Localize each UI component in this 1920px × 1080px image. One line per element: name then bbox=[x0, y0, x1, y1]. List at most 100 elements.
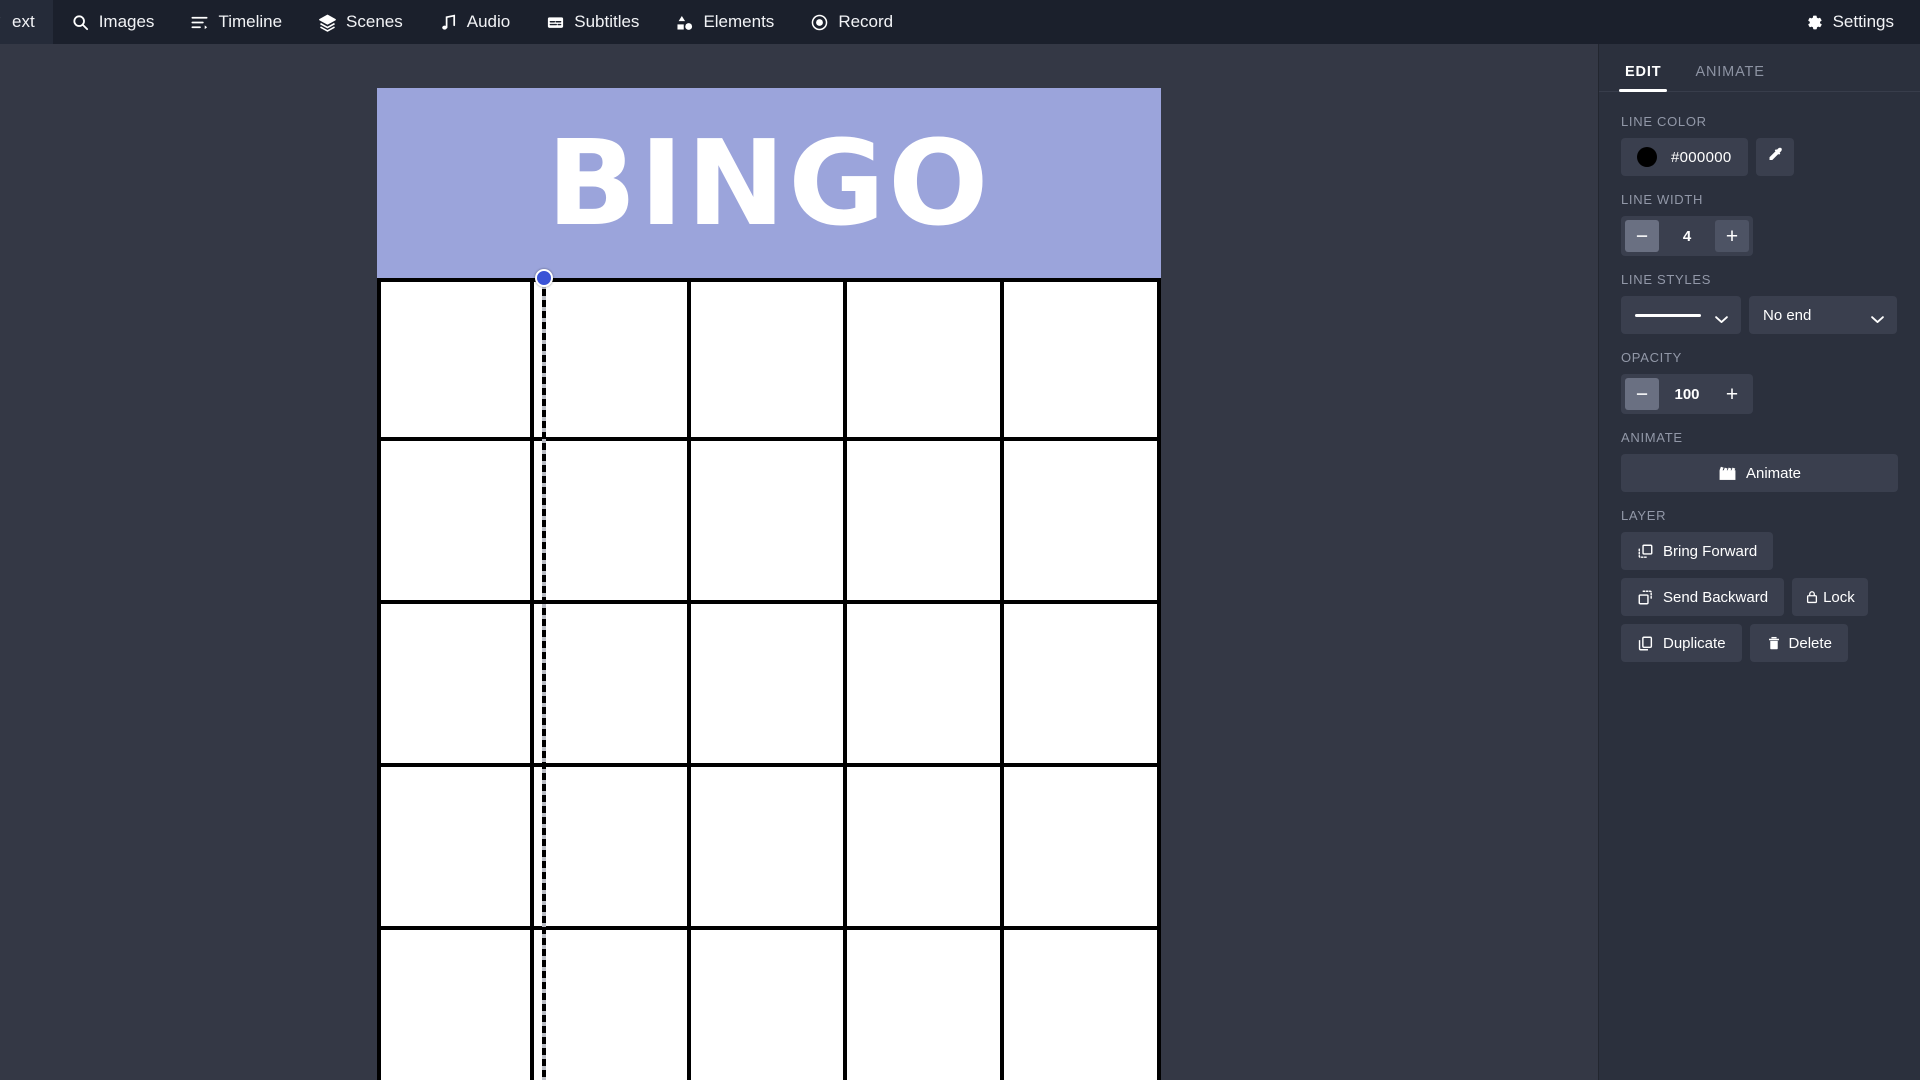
nav-item-label: Audio bbox=[466, 12, 511, 31]
subtitles-icon bbox=[546, 13, 565, 32]
editor-workspace[interactable]: BINGO bbox=[0, 44, 1598, 1080]
animate-button[interactable]: Animate bbox=[1621, 454, 1898, 492]
send-backward-label: Send Backward bbox=[1663, 588, 1769, 606]
opacity-stepper: − 100 + bbox=[1621, 374, 1753, 414]
layer-row-3: Duplicate Delete bbox=[1621, 624, 1898, 662]
panel-tab-bar: EDIT ANIMATE bbox=[1599, 44, 1920, 92]
bingo-cell[interactable] bbox=[847, 441, 1005, 604]
bingo-cell[interactable] bbox=[533, 278, 691, 441]
bingo-header-banner[interactable]: BINGO bbox=[377, 88, 1161, 278]
nav-item-subtitles[interactable]: Subtitles bbox=[528, 0, 657, 44]
bingo-cell[interactable] bbox=[690, 278, 848, 441]
opacity-value: 100 bbox=[1674, 385, 1700, 403]
design-canvas[interactable]: BINGO bbox=[377, 88, 1161, 1080]
bingo-cell[interactable] bbox=[377, 930, 534, 1080]
line-end-select[interactable]: No end bbox=[1749, 296, 1897, 334]
bingo-cell[interactable] bbox=[690, 767, 848, 930]
layer-row-2: Send Backward Lock bbox=[1621, 578, 1898, 616]
line-endpoint-handle[interactable] bbox=[535, 269, 553, 287]
bingo-cell[interactable] bbox=[533, 930, 691, 1080]
nav-item-audio[interactable]: Audio bbox=[421, 0, 528, 44]
line-width-increment-button[interactable]: + bbox=[1715, 220, 1749, 252]
bingo-cell[interactable] bbox=[377, 441, 534, 604]
bingo-cell[interactable] bbox=[690, 604, 848, 767]
panel-body: LINE COLOR #000000 LINE WIDTH − 4 + LINE… bbox=[1599, 92, 1920, 662]
send-backward-button[interactable]: Send Backward bbox=[1621, 578, 1785, 616]
bingo-cell[interactable] bbox=[533, 604, 691, 767]
nav-item-images[interactable]: Images bbox=[53, 0, 173, 44]
line-color-label: LINE COLOR bbox=[1621, 114, 1707, 129]
shapes-icon bbox=[675, 13, 694, 32]
bingo-cell[interactable] bbox=[690, 930, 848, 1080]
bingo-cell[interactable] bbox=[690, 441, 848, 604]
eyedropper-icon bbox=[1765, 145, 1785, 170]
layer-label: LAYER bbox=[1621, 508, 1667, 523]
nav-item-elements[interactable]: Elements bbox=[657, 0, 792, 44]
nav-item-scenes[interactable]: Scenes bbox=[300, 0, 421, 44]
clapperboard-icon bbox=[1718, 465, 1737, 482]
copy-icon bbox=[1637, 635, 1654, 652]
line-style-select[interactable] bbox=[1621, 296, 1741, 334]
search-icon bbox=[71, 13, 90, 32]
properties-panel: EDIT ANIMATE LINE COLOR #000000 LINE WID… bbox=[1598, 44, 1920, 1080]
timeline-icon bbox=[190, 13, 209, 32]
bingo-cell[interactable] bbox=[1004, 930, 1161, 1080]
animate-button-label: Animate bbox=[1745, 464, 1802, 482]
chevron-down-icon bbox=[1714, 311, 1729, 323]
bingo-cell[interactable] bbox=[377, 604, 534, 767]
nav-item-settings[interactable]: Settings bbox=[1787, 0, 1920, 44]
nav-item-label: Timeline bbox=[218, 12, 283, 31]
solid-line-icon bbox=[1635, 313, 1701, 317]
bingo-cell[interactable] bbox=[847, 930, 1005, 1080]
color-hex-value: #000000 bbox=[1671, 148, 1732, 166]
nav-item-label: Images bbox=[98, 12, 155, 31]
lock-icon bbox=[1805, 589, 1819, 605]
duplicate-label: Duplicate bbox=[1663, 634, 1726, 652]
gear-icon bbox=[1805, 13, 1824, 32]
animate-label: ANIMATE bbox=[1621, 430, 1683, 445]
bingo-cell[interactable] bbox=[1004, 441, 1161, 604]
bingo-cell[interactable] bbox=[847, 767, 1005, 930]
line-color-field[interactable]: #000000 bbox=[1621, 138, 1748, 176]
text-icon bbox=[0, 13, 3, 32]
nav-item-text[interactable]: ext bbox=[0, 0, 53, 44]
tab-edit[interactable]: EDIT bbox=[1618, 64, 1668, 92]
opacity-increment-button[interactable]: + bbox=[1715, 378, 1749, 410]
opacity-decrement-button[interactable]: − bbox=[1625, 378, 1659, 410]
bingo-cell[interactable] bbox=[847, 278, 1005, 441]
nav-item-label: Elements bbox=[703, 12, 775, 31]
bingo-cell[interactable] bbox=[377, 767, 534, 930]
bingo-cell[interactable] bbox=[847, 604, 1005, 767]
nav-item-label: Scenes bbox=[346, 12, 403, 31]
bingo-grid-cells bbox=[377, 278, 1161, 1080]
top-navigation-bar: ext Images Timeline Scenes Audio Subtitl… bbox=[0, 0, 1920, 44]
eyedropper-button[interactable] bbox=[1755, 138, 1794, 176]
duplicate-button[interactable]: Duplicate bbox=[1621, 624, 1742, 662]
layer-row-1: Bring Forward bbox=[1621, 532, 1898, 570]
nav-item-record[interactable]: Record bbox=[792, 0, 911, 44]
tab-animate[interactable]: ANIMATE bbox=[1691, 64, 1768, 91]
nav-item-label: Subtitles bbox=[574, 12, 640, 31]
nav-item-timeline[interactable]: Timeline bbox=[172, 0, 300, 44]
bingo-cell[interactable] bbox=[1004, 767, 1161, 930]
color-swatch bbox=[1637, 147, 1657, 167]
lock-button[interactable]: Lock bbox=[1792, 578, 1868, 616]
bingo-cell[interactable] bbox=[1004, 604, 1161, 767]
line-styles-label: LINE STYLES bbox=[1621, 272, 1712, 287]
line-width-decrement-button[interactable]: − bbox=[1625, 220, 1659, 252]
delete-button[interactable]: Delete bbox=[1749, 624, 1848, 662]
line-color-row: #000000 bbox=[1621, 138, 1898, 176]
opacity-label: OPACITY bbox=[1621, 350, 1683, 365]
bring-forward-button[interactable]: Bring Forward bbox=[1621, 532, 1774, 570]
line-width-stepper: − 4 + bbox=[1621, 216, 1753, 256]
selected-line-element[interactable] bbox=[535, 269, 553, 1080]
bingo-cell[interactable] bbox=[1004, 278, 1161, 441]
bingo-grid[interactable] bbox=[377, 278, 1161, 1080]
lock-label: Lock bbox=[1823, 588, 1855, 606]
layers-icon bbox=[318, 13, 337, 32]
dashed-line-body bbox=[542, 278, 546, 1080]
bingo-cell[interactable] bbox=[377, 278, 534, 441]
bingo-cell[interactable] bbox=[533, 767, 691, 930]
nav-item-list: ext Images Timeline Scenes Audio Subtitl… bbox=[0, 0, 911, 44]
bingo-cell[interactable] bbox=[533, 441, 691, 604]
